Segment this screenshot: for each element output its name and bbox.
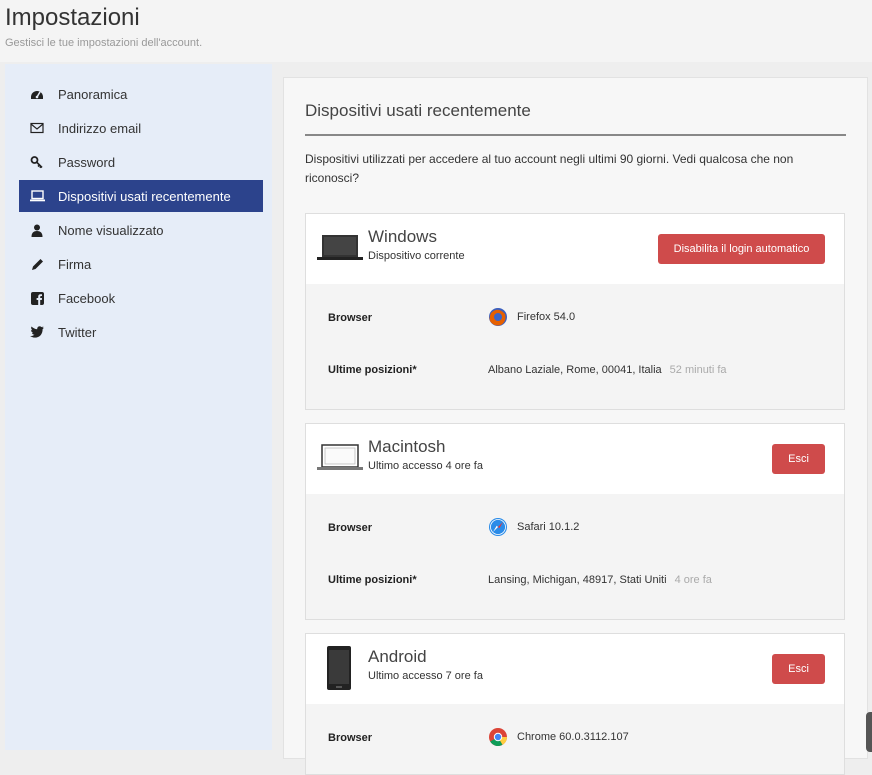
browser-label: Browser <box>328 732 373 744</box>
sidebar-item-label: Facebook <box>58 290 116 306</box>
device-status: Dispositivo corrente <box>368 250 465 262</box>
location-text: Lansing, Michigan, 48917, Stati Uniti <box>488 574 667 586</box>
browser-value: Firefox 54.0 <box>488 307 575 327</box>
sidebar-item-label: Firma <box>58 256 92 272</box>
browser-value: Safari 10.1.2 <box>488 517 579 537</box>
sidebar-item-password[interactable]: Password <box>19 146 263 178</box>
sidebar-item-dispositivi[interactable]: Dispositivi usati recentemente <box>19 180 263 212</box>
sidebar-item-email[interactable]: Indirizzo email <box>19 112 263 144</box>
firefox-icon <box>489 308 507 326</box>
safari-icon <box>489 518 507 536</box>
location-text: Albano Laziale, Rome, 00041, Italia <box>488 364 662 376</box>
browser-value: Chrome 60.0.3112.107 <box>488 727 629 747</box>
device-card-header: Android Ultimo accesso 7 ore fa Esci <box>306 634 844 704</box>
browser-name: Chrome 60.0.3112.107 <box>517 731 629 743</box>
device-card-header: Macintosh Ultimo accesso 4 ore fa Esci <box>306 424 844 494</box>
logout-button[interactable]: Esci <box>772 444 825 474</box>
logout-button[interactable]: Esci <box>772 654 825 684</box>
tablet-android-icon <box>327 646 351 690</box>
device-status: Ultimo accesso 7 ore fa <box>368 670 483 682</box>
facebook-icon <box>29 290 45 306</box>
device-name: Android <box>368 647 427 666</box>
device-card-windows: Windows Dispositivo corrente Disabilita … <box>305 213 845 410</box>
location-time: 4 ore fa <box>674 574 712 586</box>
device-name: Macintosh <box>368 437 446 456</box>
twitter-icon <box>29 324 45 340</box>
browser-label: Browser <box>328 312 373 324</box>
sidebar-item-nome[interactable]: Nome visualizzato <box>19 214 263 246</box>
device-status: Ultimo accesso 4 ore fa <box>368 460 483 472</box>
scrollbar-edge[interactable] <box>866 712 872 752</box>
location-value: Albano Laziale, Rome, 00041, Italia 52 m… <box>488 364 727 376</box>
sidebar-item-label: Twitter <box>58 324 97 340</box>
sidebar-item-facebook[interactable]: Facebook <box>19 282 263 314</box>
envelope-icon <box>29 120 45 136</box>
page-subtitle: Gestisci le tue impostazioni dell'accoun… <box>5 37 203 49</box>
laptop-windows-icon <box>317 235 363 260</box>
laptop-icon <box>29 188 45 204</box>
page-header: Impostazioni Gestisci le tue impostazion… <box>0 0 872 62</box>
location-time: 52 minuti fa <box>669 364 727 376</box>
browser-label: Browser <box>328 522 373 534</box>
devices-panel: Dispositivi usati recentemente Dispositi… <box>283 77 868 775</box>
settings-sidebar: Panoramica Indirizzo email Password Disp… <box>5 64 272 750</box>
sidebar-item-twitter[interactable]: Twitter <box>19 316 263 348</box>
browser-name: Safari 10.1.2 <box>517 521 580 533</box>
location-value: Lansing, Michigan, 48917, Stati Uniti 4 … <box>488 574 712 586</box>
device-name: Windows <box>368 227 437 246</box>
device-card-header: Windows Dispositivo corrente Disabilita … <box>306 214 844 284</box>
sidebar-item-label: Dispositivi usati recentemente <box>58 188 231 204</box>
sidebar-item-label: Nome visualizzato <box>58 222 164 238</box>
disable-autologin-button[interactable]: Disabilita il login automatico <box>658 234 825 264</box>
device-card-android: Android Ultimo accesso 7 ore fa Esci Bro… <box>305 633 845 775</box>
page-title: Impostazioni <box>5 4 140 31</box>
key-icon <box>29 154 45 170</box>
pencil-icon <box>29 256 45 272</box>
sidebar-item-label: Password <box>58 154 116 170</box>
browser-name: Firefox 54.0 <box>517 311 576 323</box>
chrome-icon <box>489 728 507 747</box>
section-intro: Dispositivi utilizzati per accedere al t… <box>305 152 794 185</box>
dashboard-icon <box>29 86 45 102</box>
sidebar-item-label: Panoramica <box>58 86 128 102</box>
location-label: Ultime posizioni* <box>328 574 417 586</box>
user-icon <box>29 222 45 238</box>
device-card-macintosh: Macintosh Ultimo accesso 4 ore fa Esci B… <box>305 423 845 620</box>
sidebar-item-panoramica[interactable]: Panoramica <box>19 78 263 110</box>
location-label: Ultime posizioni* <box>328 364 417 376</box>
heading-divider <box>305 134 846 136</box>
sidebar-item-label: Indirizzo email <box>58 120 142 136</box>
laptop-mac-icon <box>317 444 363 470</box>
sidebar-item-firma[interactable]: Firma <box>19 248 263 280</box>
section-heading: Dispositivi usati recentemente <box>305 101 531 120</box>
